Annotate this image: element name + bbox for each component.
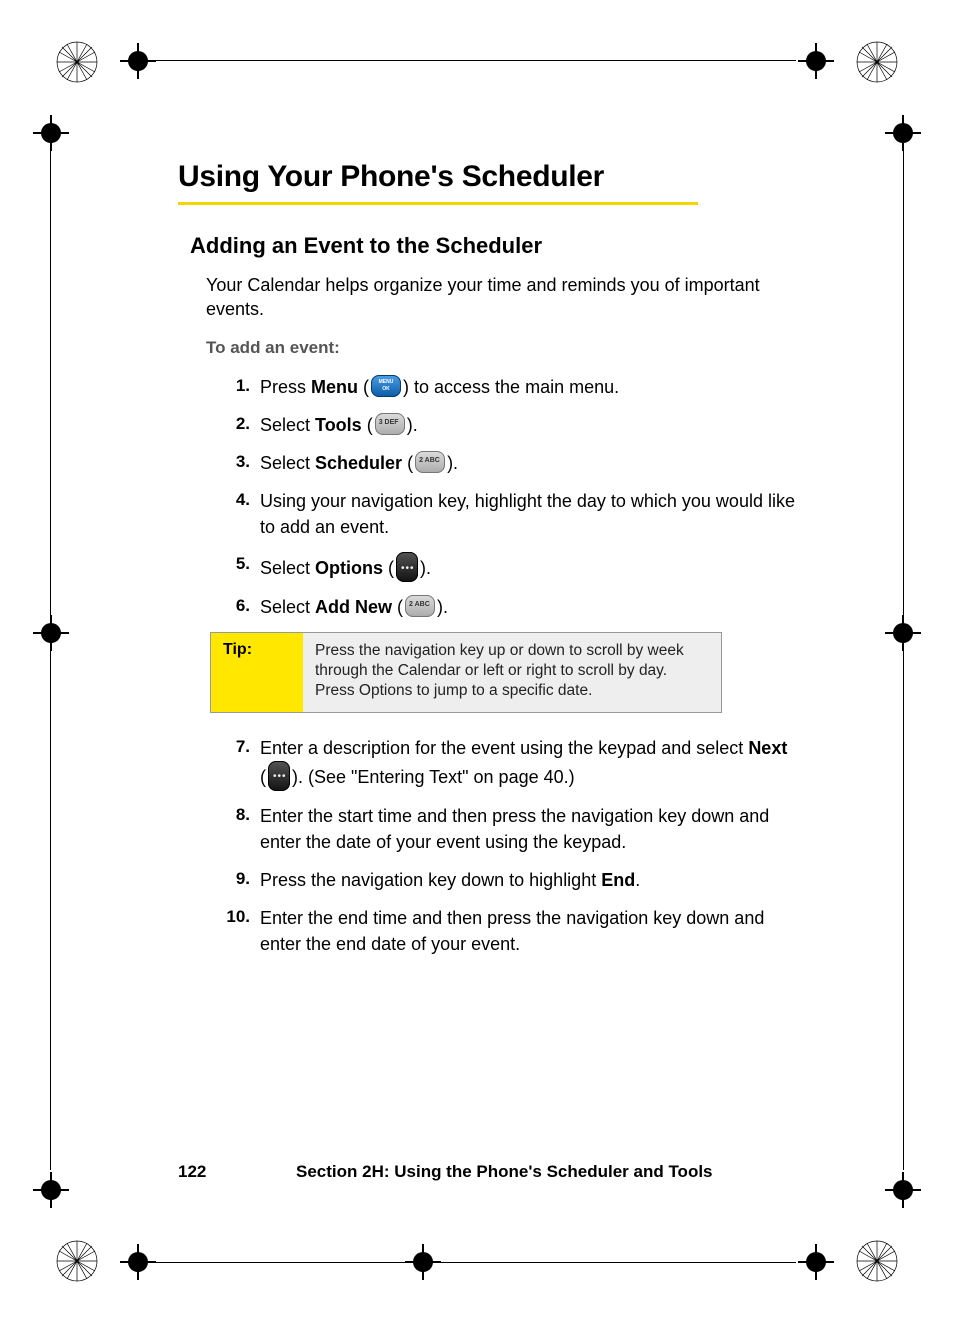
step-6: 6. Select Add New (2 ABC).	[206, 594, 798, 620]
step-number: 2.	[206, 412, 260, 437]
step-number: 1.	[206, 374, 260, 399]
step-number: 9.	[206, 867, 260, 892]
crop-line	[156, 1262, 796, 1263]
softkey-icon: •••	[396, 552, 418, 582]
steps-list: 1. Press Menu () to access the main menu…	[206, 374, 798, 621]
step-4: 4. Using your navigation key, highlight …	[206, 488, 798, 540]
registration-mark-icon	[120, 43, 156, 79]
page-number: 122	[178, 1162, 296, 1182]
registration-mark-icon	[33, 1172, 69, 1208]
step-text: Enter the end time and then press the na…	[260, 905, 798, 957]
page-footer: 122 Section 2H: Using the Phone's Schedu…	[178, 1162, 798, 1182]
instruction-label: To add an event:	[206, 338, 798, 358]
page-content: Using Your Phone's Scheduler Adding an E…	[178, 160, 798, 969]
step-number: 4.	[206, 488, 260, 513]
crop-mark-icon	[55, 40, 99, 84]
step-number: 10.	[206, 905, 260, 930]
step-number: 5.	[206, 552, 260, 577]
crop-mark-icon	[855, 40, 899, 84]
crop-line	[50, 150, 51, 1170]
step-text: Enter a description for the event using …	[260, 735, 798, 791]
step-text: Select Tools (3 DEF).	[260, 412, 798, 438]
intro-text: Your Calendar helps organize your time a…	[206, 273, 788, 322]
crop-mark-icon	[855, 1239, 899, 1283]
tip-callout: Tip: Press the navigation key up or down…	[210, 632, 722, 712]
step-3: 3. Select Scheduler (2 ABC).	[206, 450, 798, 476]
tip-text: Press the navigation key up or down to s…	[303, 633, 721, 711]
step-text: Select Scheduler (2 ABC).	[260, 450, 798, 476]
title-divider	[178, 202, 698, 205]
step-5: 5. Select Options (•••).	[206, 552, 798, 582]
tip-label: Tip:	[211, 633, 303, 711]
keypad-2-icon: 2 ABC	[415, 451, 445, 473]
step-number: 7.	[206, 735, 260, 760]
menu-ok-button-icon	[371, 375, 401, 397]
crop-mark-icon	[55, 1239, 99, 1283]
step-9: 9. Press the navigation key down to high…	[206, 867, 798, 893]
registration-mark-icon	[33, 115, 69, 151]
step-text: Select Add New (2 ABC).	[260, 594, 798, 620]
page-title: Using Your Phone's Scheduler	[178, 160, 798, 194]
step-number: 8.	[206, 803, 260, 828]
crop-line	[156, 60, 796, 61]
step-number: 3.	[206, 450, 260, 475]
footer-section-label: Section 2H: Using the Phone's Scheduler …	[296, 1162, 713, 1182]
step-2: 2. Select Tools (3 DEF).	[206, 412, 798, 438]
registration-mark-icon	[33, 615, 69, 651]
keypad-2-icon: 2 ABC	[405, 595, 435, 617]
section-subtitle: Adding an Event to the Scheduler	[190, 233, 798, 259]
step-text: Press the navigation key down to highlig…	[260, 867, 798, 893]
registration-mark-icon	[885, 1172, 921, 1208]
softkey-icon: •••	[268, 761, 290, 791]
registration-mark-icon	[798, 1244, 834, 1280]
step-text: Press Menu () to access the main menu.	[260, 374, 798, 400]
step-1: 1. Press Menu () to access the main menu…	[206, 374, 798, 400]
crop-line	[903, 150, 904, 1170]
registration-mark-icon	[798, 43, 834, 79]
step-7: 7. Enter a description for the event usi…	[206, 735, 798, 791]
steps-list-continued: 7. Enter a description for the event usi…	[206, 735, 798, 958]
step-text: Enter the start time and then press the …	[260, 803, 798, 855]
registration-mark-icon	[120, 1244, 156, 1280]
step-10: 10. Enter the end time and then press th…	[206, 905, 798, 957]
keypad-3-icon: 3 DEF	[375, 413, 405, 435]
step-text: Select Options (•••).	[260, 552, 798, 582]
step-text: Using your navigation key, highlight the…	[260, 488, 798, 540]
step-number: 6.	[206, 594, 260, 619]
registration-mark-icon	[885, 115, 921, 151]
step-8: 8. Enter the start time and then press t…	[206, 803, 798, 855]
